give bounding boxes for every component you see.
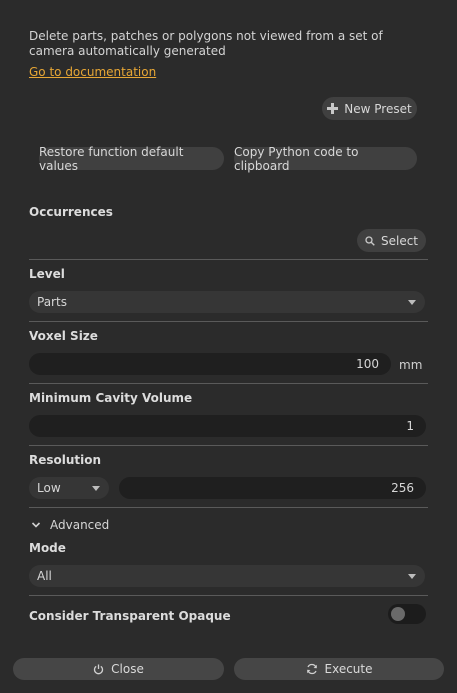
toggle-knob (391, 607, 405, 621)
refresh-icon (306, 663, 317, 675)
resolution-value: 256 (391, 481, 414, 495)
close-button[interactable]: Close (13, 658, 224, 680)
execute-button[interactable]: Execute (234, 658, 444, 680)
mode-label: Mode (29, 541, 66, 555)
execute-label: Execute (324, 662, 373, 676)
min-cavity-volume-label: Minimum Cavity Volume (29, 391, 193, 405)
function-description: Delete parts, patches or polygons not vi… (29, 29, 383, 58)
voxel-size-unit: mm (399, 358, 423, 372)
resolution-preset-value: Low (37, 481, 61, 495)
voxel-size-value: 100 (356, 357, 379, 371)
plus-icon (327, 103, 339, 114)
level-dropdown[interactable]: Parts (29, 291, 425, 313)
new-preset-label: New Preset (344, 101, 412, 116)
restore-defaults-button[interactable]: Restore function default values (39, 144, 224, 173)
new-preset-button[interactable]: New Preset (322, 97, 417, 120)
copy-python-button[interactable]: Copy Python code to clipboard (234, 144, 417, 173)
resolution-input[interactable]: 256 (119, 477, 426, 499)
divider (29, 383, 428, 384)
occurrences-label: Occurrences (29, 205, 113, 219)
level-value: Parts (37, 295, 67, 309)
divider (29, 595, 428, 596)
consider-transparent-label: Consider Transparent Opaque (29, 609, 231, 623)
voxel-size-label: Voxel Size (29, 329, 98, 343)
select-label: Select (380, 233, 419, 248)
select-button[interactable]: Select (357, 229, 426, 252)
min-cavity-volume-input[interactable]: 1 (29, 415, 426, 437)
close-label: Close (111, 662, 144, 676)
mode-value: All (37, 569, 52, 583)
mode-dropdown[interactable]: All (29, 565, 425, 587)
divider (29, 507, 428, 508)
search-icon (365, 235, 375, 246)
advanced-label: Advanced (50, 518, 110, 532)
resolution-preset-dropdown[interactable]: Low (29, 477, 109, 499)
min-cavity-volume-value: 1 (406, 419, 414, 433)
restore-defaults-label: Restore function default values (39, 144, 184, 173)
divider (29, 259, 428, 260)
power-icon (94, 664, 104, 674)
advanced-toggle[interactable]: Advanced (31, 518, 109, 532)
documentation-link[interactable]: Go to documentation (29, 65, 156, 79)
chevron-down-icon (92, 485, 100, 491)
copy-python-label: Copy Python code to clipboard (234, 144, 359, 173)
divider (29, 445, 428, 446)
resolution-label: Resolution (29, 453, 102, 467)
consider-transparent-toggle[interactable] (388, 604, 426, 624)
chevron-down-icon (408, 299, 416, 305)
chevron-down-icon (31, 522, 41, 528)
divider (29, 321, 428, 322)
voxel-size-input[interactable]: 100 (29, 353, 391, 375)
chevron-down-icon (408, 573, 416, 579)
level-label: Level (29, 267, 65, 281)
